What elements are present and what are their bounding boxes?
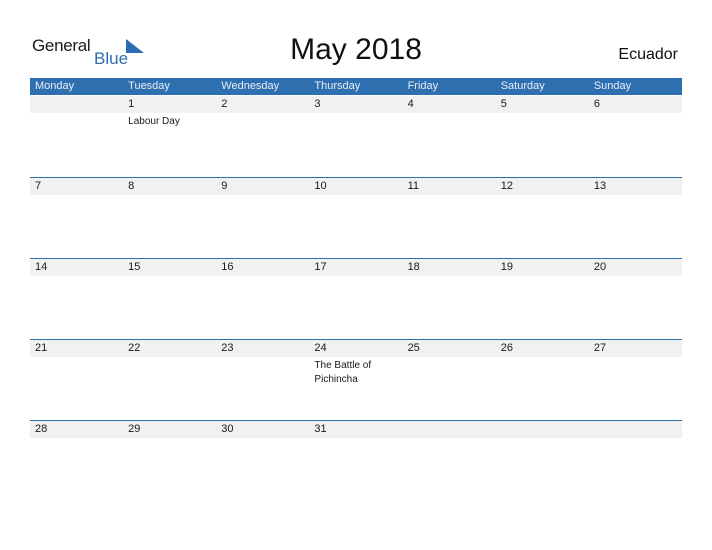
- day-number: 9: [221, 180, 228, 192]
- day-number: 21: [35, 342, 48, 354]
- holiday-label: Labour Day: [128, 116, 180, 127]
- day-cell: 30: [216, 421, 309, 501]
- day-number: 7: [35, 180, 42, 192]
- day-number: 25: [407, 342, 420, 354]
- day-number: 3: [314, 98, 321, 110]
- day-cell: 27: [589, 340, 682, 420]
- day-cell: [30, 96, 123, 176]
- day-cell: [496, 421, 589, 501]
- weekday-sunday: Sunday: [593, 80, 632, 92]
- day-cell: 10: [309, 178, 402, 258]
- day-cell: 17: [309, 259, 402, 339]
- day-number: 19: [500, 261, 513, 273]
- country-label: Ecuador: [618, 46, 678, 63]
- day-cell: 28: [30, 421, 123, 501]
- day-cell: 26: [496, 340, 589, 420]
- day-number: 10: [314, 180, 327, 192]
- day-number: 24: [314, 342, 327, 354]
- holiday-label: The Battle of Pichincha: [314, 360, 372, 385]
- day-cell: 7: [30, 178, 123, 258]
- day-number: 30: [221, 423, 234, 435]
- day-number: 8: [128, 180, 135, 192]
- day-number: 16: [221, 261, 234, 273]
- day-cell: 13: [589, 178, 682, 258]
- day-number: 23: [221, 342, 234, 354]
- day-cell: 12: [496, 178, 589, 258]
- weekday-header: Monday Tuesday Wednesday Thursday Friday…: [30, 78, 682, 95]
- day-number: 12: [500, 180, 513, 192]
- day-number: 29: [128, 423, 141, 435]
- day-cell: 1 Labour Day: [123, 96, 216, 176]
- day-cell: 24 The Battle of Pichincha: [309, 340, 402, 420]
- weekday-friday: Friday: [407, 80, 439, 92]
- weekday-wednesday: Wednesday: [221, 80, 280, 92]
- day-cell: 8: [123, 178, 216, 258]
- week-row: 7 8 9 10 11 12 13: [30, 177, 682, 258]
- day-number: 2: [221, 98, 228, 110]
- day-cell: 20: [589, 259, 682, 339]
- day-cell: 4: [403, 96, 496, 176]
- day-number: 1: [128, 98, 135, 110]
- day-number: 26: [500, 342, 513, 354]
- weekday-thursday: Thursday: [314, 80, 361, 92]
- day-number: 31: [314, 423, 327, 435]
- day-number: 6: [593, 98, 600, 110]
- week-row: 28 29 30 31: [30, 420, 682, 501]
- day-cell: 31: [309, 421, 402, 501]
- day-cell: [589, 421, 682, 501]
- day-cell: 29: [123, 421, 216, 501]
- calendar-title: May 2018: [290, 33, 422, 66]
- week-row: 21 22 23 24 The Battle of Pichincha 25 26 27: [30, 339, 682, 420]
- day-cell: [403, 421, 496, 501]
- day-number: 27: [593, 342, 607, 354]
- day-number: 11: [407, 180, 419, 192]
- day-cell: 11: [403, 178, 496, 258]
- day-cell: 2: [216, 96, 309, 176]
- day-number: 22: [128, 342, 141, 354]
- day-number: 28: [35, 423, 48, 435]
- day-cell: 23: [216, 340, 309, 420]
- week-row: 14 15 16 17 18 19 20: [30, 258, 682, 339]
- week-row: 1 Labour Day 2 3 4 5 6: [30, 96, 682, 176]
- day-number: 15: [128, 261, 141, 273]
- day-cell: 19: [496, 259, 589, 339]
- day-number: 4: [407, 98, 414, 110]
- day-cell: 5: [496, 96, 589, 176]
- day-number: 5: [500, 98, 507, 110]
- day-cell: 15: [123, 259, 216, 339]
- day-cell: 9: [216, 178, 309, 258]
- day-cell: 14: [30, 259, 123, 339]
- day-cell: 22: [123, 340, 216, 420]
- day-number: 20: [593, 261, 607, 273]
- day-cell: 25: [403, 340, 496, 420]
- day-cell: 21: [30, 340, 123, 420]
- day-number: 17: [314, 261, 327, 273]
- weekday-tuesday: Tuesday: [128, 80, 170, 92]
- day-number: 14: [35, 261, 48, 273]
- weekday-monday: Monday: [35, 80, 75, 92]
- day-cell: 18: [403, 259, 496, 339]
- weekday-saturday: Saturday: [500, 80, 545, 92]
- day-number: 18: [407, 261, 420, 273]
- day-cell: 3: [309, 96, 402, 176]
- day-cell: 6: [589, 96, 682, 176]
- day-number: 13: [593, 180, 607, 192]
- day-cell: 16: [216, 259, 309, 339]
